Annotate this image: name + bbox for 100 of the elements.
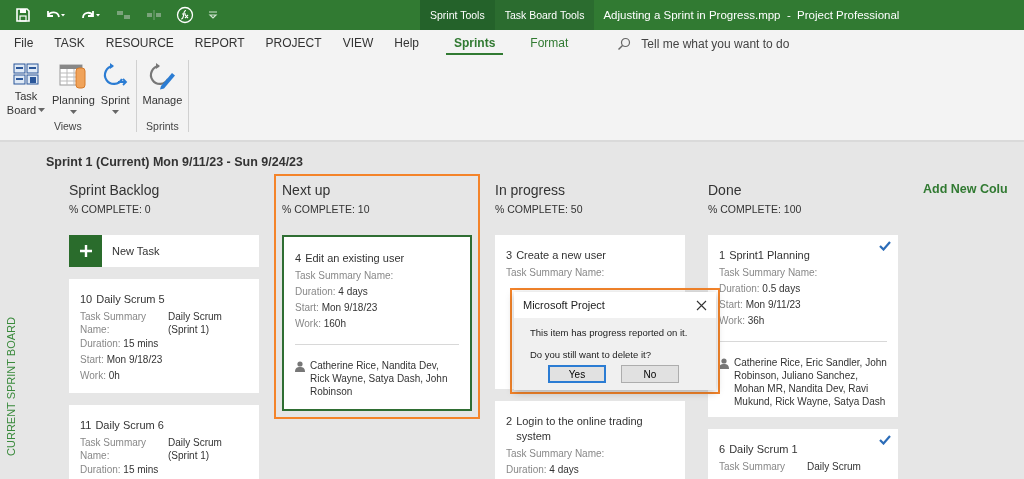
ribbon-command[interactable]: Task Board	[3, 60, 49, 120]
dialog-message: Do you still want to delete it?	[530, 349, 651, 360]
ribbon-tab[interactable]: PROJECT	[257, 32, 330, 55]
ribbon-command[interactable]: Planning	[49, 60, 98, 120]
task-card[interactable]: 11 Daily Scrum 6 Task Summary Name: Daily Scrum (Sprint 1) Duration: 15 mins	[69, 405, 259, 479]
field-label: Work:	[719, 315, 745, 326]
field-value: 4 days	[338, 286, 368, 297]
cycle-pencil-icon	[147, 62, 178, 90]
column-title: In progress	[495, 182, 567, 198]
task-name: Daily Scrum 1	[729, 442, 798, 457]
ribbon-tab[interactable]: Format	[522, 32, 577, 55]
caret-icon	[69, 110, 77, 115]
task-card[interactable]: 4 Edit an existing user Task Summary Name: Duration: 4 days Start: Mon 9/18/23 Work: 160h Catherine Rice, Nandita Dev, Rick Wayne, Satya Dash, John Robinson	[282, 235, 472, 411]
ribbon-tab[interactable]: VIEW	[334, 32, 382, 55]
task-name: Login to the online trading system	[516, 414, 644, 444]
context-tab-label: Sprint Tools	[429, 8, 486, 23]
resource-names: Catherine Rice, Nandita Dev, Rick Wayne, Satya Dash, John Robinson	[310, 359, 449, 398]
field-value: Daily Scrum (Sprint 1)	[168, 310, 223, 336]
task-name: Daily Scrum 6	[95, 418, 164, 433]
board-label: CURRENT SPRINT BOARD	[5, 317, 17, 456]
search-icon	[617, 36, 632, 51]
column-title: Next up	[282, 182, 332, 198]
column-title: Sprint Backlog	[69, 182, 161, 198]
field-label: Work:	[295, 318, 321, 329]
person-icon	[719, 358, 729, 369]
field-value: 160h	[323, 318, 346, 329]
task-card[interactable]: 6 Daily Scrum 1 Task Summary Daily Scrum	[708, 429, 898, 479]
field-label: Task Summary Name:	[719, 266, 819, 280]
field-value: 4 days	[549, 464, 579, 475]
task-number: 3	[506, 248, 513, 263]
task-number: 11	[80, 418, 92, 433]
window-title: Adjusting a Sprint in Progress.mpp - Project Professional	[602, 9, 900, 21]
field-label: Duration:	[80, 338, 121, 349]
field-label: Task Summary Name:	[80, 310, 148, 336]
sprint-heading: Sprint 1 (Current) Mon 9/11/23 - Sun 9/24/23	[46, 155, 304, 169]
ribbon-tab[interactable]: TASK	[46, 32, 93, 55]
person-icon	[295, 361, 305, 372]
column-percent-complete: % COMPLETE: 0	[69, 203, 152, 215]
task-name: Create a new user	[516, 248, 606, 263]
plus-icon	[79, 245, 92, 257]
field-value: Daily Scrum (Sprint 1)	[168, 436, 223, 462]
field-value: 0h	[108, 370, 120, 381]
dialog-title: Microsoft Project	[523, 299, 605, 311]
ribbon-tab[interactable]: RESOURCE	[97, 32, 182, 55]
field-value: 15 mins	[123, 464, 159, 475]
group-label: Views	[53, 120, 82, 132]
caret-icon	[111, 110, 119, 115]
formula-icon[interactable]	[176, 6, 194, 24]
ribbon-tab[interactable]: File	[6, 32, 42, 55]
ribbon-command[interactable]: Sprint	[97, 60, 133, 120]
context-tab-label: Task Board Tools	[494, 0, 595, 30]
add-column-link[interactable]: Add New Colu	[923, 182, 1008, 196]
ribbon-tab[interactable]: Sprints	[446, 32, 504, 55]
field-label: Task Summary Name:	[80, 436, 148, 462]
field-value: 15 mins	[123, 338, 159, 349]
search-field[interactable]: Tell me what you want to do	[641, 36, 832, 51]
column-percent-complete: % COMPLETE: 10	[282, 203, 371, 215]
field-value: Daily Scrum	[807, 460, 862, 473]
field-value: 0.5 days	[762, 283, 801, 294]
save-icon[interactable]	[16, 8, 30, 22]
dialog-button[interactable]: No	[621, 365, 679, 383]
task-card[interactable]: 10 Daily Scrum 5 Task Summary Name: Daily Scrum (Sprint 1) Duration: 15 mins Start: Mon 9/18/23 Work: 0h	[69, 279, 259, 393]
task-number: 10	[80, 292, 93, 307]
dialog-button[interactable]: Yes	[548, 365, 606, 383]
ribbon-tab[interactable]: Help	[386, 32, 427, 55]
column-percent-complete: % COMPLETE: 100	[708, 203, 803, 215]
field-label: Task Summary Name:	[506, 266, 606, 280]
field-label: Task Summary Name:	[506, 447, 606, 461]
field-label: Duration:	[295, 286, 336, 297]
field-label: Duration:	[719, 283, 760, 294]
customize-icon[interactable]	[208, 10, 218, 20]
field-label: Start:	[80, 354, 104, 365]
task-number: 2	[506, 414, 513, 429]
task-board-icon	[13, 62, 39, 86]
column-percent-complete: % COMPLETE: 50	[495, 203, 584, 215]
ribbon-tab[interactable]: REPORT	[186, 32, 253, 55]
field-value: Mon 9/18/23	[106, 354, 163, 365]
caret-icon	[38, 108, 46, 113]
field-label: Task Summary Name:	[295, 269, 395, 283]
task-number: 6	[719, 442, 726, 457]
group-label: Sprints	[146, 120, 179, 132]
field-label: Start:	[719, 299, 743, 310]
resource-names: Catherine Rice, Eric Sandler, John Robinson, Juliano Sanchez, Mohan MR, Nandita Dev, Ravi Mukund, Rick Wayne, Satya Dash	[734, 356, 887, 408]
task-name: Daily Scrum 5	[96, 292, 165, 307]
task-card[interactable]	[708, 235, 898, 417]
dialog-message: This item has progress reported on it.	[530, 327, 688, 338]
task-number: 1	[719, 248, 726, 263]
task-card[interactable]: 2 Login to the online trading system Task Summary Name: Duration: 4 days	[495, 401, 685, 479]
task-name: Sprint1 Planning	[729, 248, 810, 263]
field-label: Work:	[80, 370, 106, 381]
field-value: Mon 9/18/23	[321, 302, 378, 313]
table-icon	[59, 62, 88, 90]
column-title: Done	[708, 182, 743, 198]
close-icon[interactable]	[696, 299, 707, 311]
ribbon-command[interactable]: Manage	[139, 60, 186, 120]
new-task-button[interactable]: New Task	[69, 235, 259, 267]
task-name: Edit an existing user	[305, 251, 405, 266]
task-number: 4	[295, 251, 302, 266]
field-label: Task Summary	[719, 460, 787, 473]
field-label: Duration:	[506, 464, 547, 475]
